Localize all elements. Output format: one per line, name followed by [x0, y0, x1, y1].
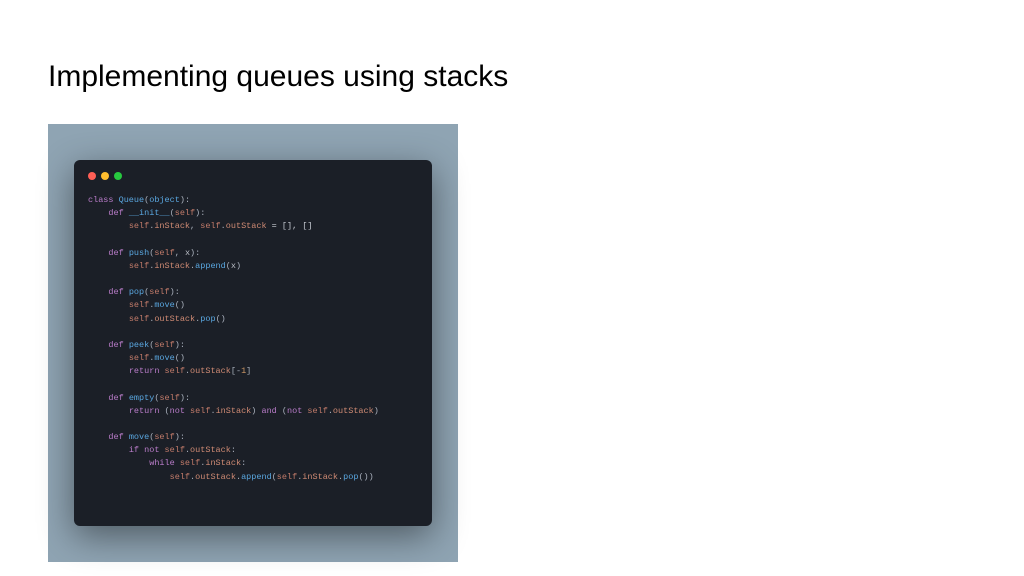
slide-title: Implementing queues using stacks	[48, 60, 976, 94]
code-block: class Queue(object): def __init__(self):…	[88, 194, 418, 484]
window-controls	[88, 172, 418, 180]
slide: Implementing queues using stacks class Q…	[0, 0, 1024, 576]
zoom-icon	[114, 172, 122, 180]
code-panel: class Queue(object): def __init__(self):…	[48, 124, 458, 562]
code-editor: class Queue(object): def __init__(self):…	[74, 160, 432, 526]
close-icon	[88, 172, 96, 180]
minimize-icon	[101, 172, 109, 180]
